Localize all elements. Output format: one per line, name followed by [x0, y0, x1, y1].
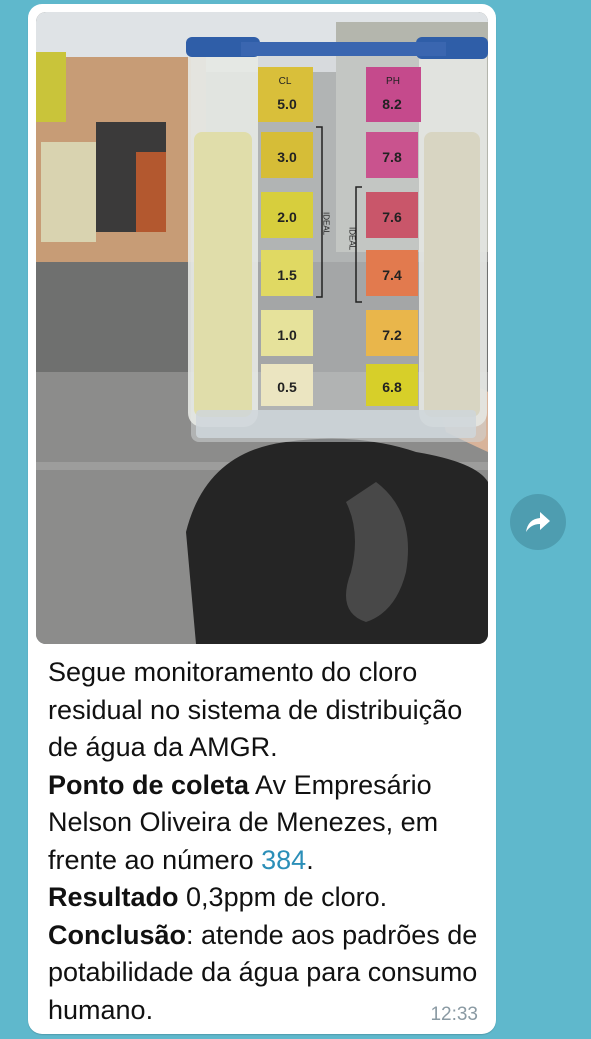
cl-value-5-0: 5.0	[277, 96, 297, 112]
caption-resultado: Resultado 0,3ppm de cloro.	[48, 879, 478, 917]
ph-header: PH	[386, 76, 400, 87]
message-photo[interactable]: CL PH 5.0 3.0 2.0 1.5 1.0 0.5 8.2 7.8 7.…	[36, 12, 488, 644]
forward-arrow-icon	[526, 512, 550, 532]
cl-value-1-5: 1.5	[277, 267, 297, 283]
forward-button[interactable]	[510, 494, 566, 550]
message-time: 12:33	[430, 1004, 478, 1025]
ponto-end: .	[306, 844, 314, 875]
ph-value-8-2: 8.2	[382, 96, 402, 112]
ph-value-7-2: 7.2	[382, 327, 402, 343]
ideal-label-cl: IDEAL	[322, 212, 331, 236]
ph-value-7-6: 7.6	[382, 209, 402, 225]
ideal-label-ph: IDEAL	[348, 227, 357, 251]
ponto-label: Ponto de coleta	[48, 769, 250, 800]
cl-value-1-0: 1.0	[277, 327, 297, 343]
ph-value-7-8: 7.8	[382, 149, 402, 165]
caption-intro: Segue monitoramento do cloro residual no…	[48, 657, 463, 762]
cl-header: CL	[279, 76, 292, 87]
message-bubble: CL PH 5.0 3.0 2.0 1.5 1.0 0.5 8.2 7.8 7.…	[28, 4, 496, 1034]
conclusao-label: Conclusão	[48, 919, 187, 950]
ponto-number-link[interactable]: 384	[261, 845, 306, 875]
ph-value-7-4: 7.4	[382, 267, 402, 283]
ph-value-6-8: 6.8	[382, 379, 402, 395]
caption-ponto: Ponto de coleta Av Empresário Nelson Oli…	[48, 767, 478, 880]
cl-value-2-0: 2.0	[277, 209, 297, 225]
cl-value-0-5: 0.5	[277, 379, 297, 395]
resultado-label: Resultado	[48, 882, 179, 912]
photo-pool-test-kit: CL PH 5.0 3.0 2.0 1.5 1.0 0.5 8.2 7.8 7.…	[36, 12, 488, 644]
message-caption: Segue monitoramento do cloro residual no…	[48, 654, 478, 1029]
caption-conclusao: Conclusão: atende aos padrões de potabil…	[48, 917, 478, 1030]
resultado-text: 0,3ppm de cloro.	[178, 882, 388, 912]
cl-value-3-0: 3.0	[277, 149, 297, 165]
